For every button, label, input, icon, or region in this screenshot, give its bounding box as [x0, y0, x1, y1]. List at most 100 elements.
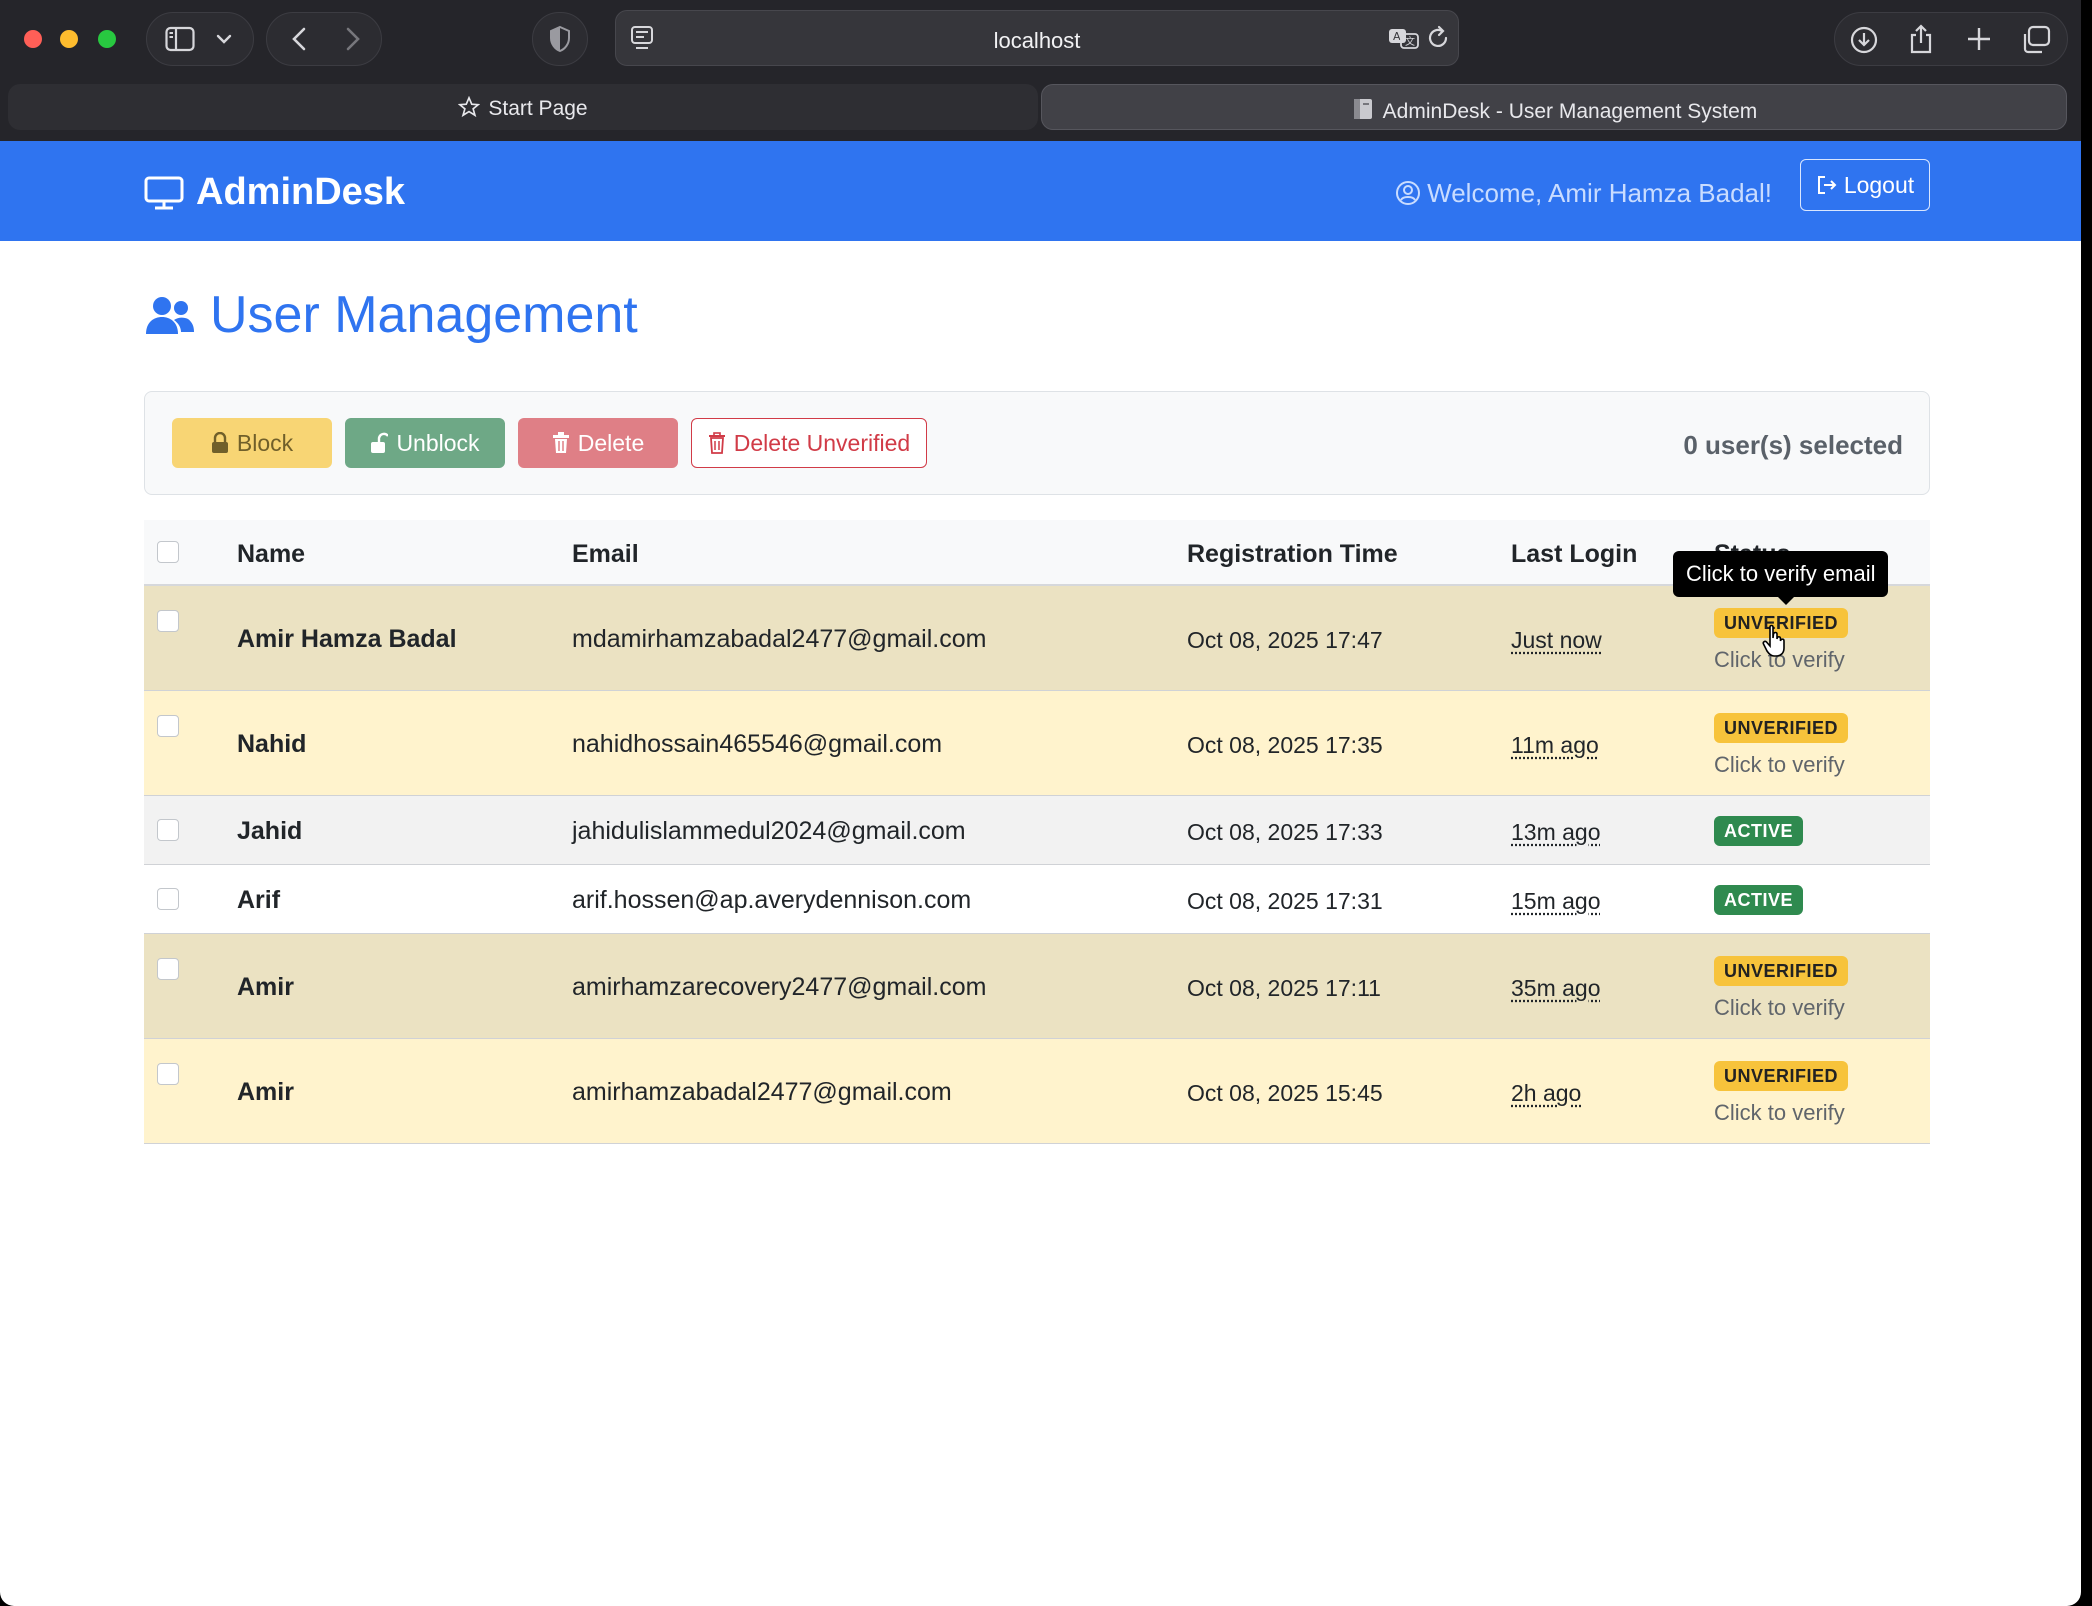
shield-icon	[548, 25, 572, 53]
user-name: Amir	[237, 973, 294, 1001]
book-icon	[1351, 97, 1375, 127]
translate-icon[interactable]: A文	[1388, 27, 1420, 49]
block-button[interactable]: Block	[172, 418, 332, 468]
tab-start-page[interactable]: Start Page	[8, 84, 1038, 130]
tooltip-arrow	[1778, 597, 1794, 605]
last-login: 15m ago	[1511, 888, 1601, 914]
delete-button[interactable]: Delete	[518, 418, 678, 468]
browser-window: localhost A文 Start Page AdminDesk - User…	[0, 0, 2081, 1606]
window-edge	[2081, 0, 2092, 1606]
downloads-icon[interactable]	[1849, 25, 1879, 55]
table-row[interactable]: Jahid jahidulislammedul2024@gmail.com Oc…	[144, 796, 1930, 865]
selected-count: 0 user(s) selected	[1683, 430, 1903, 460]
brand[interactable]: AdminDesk	[144, 171, 405, 214]
user-email: jahidulislammedul2024@gmail.com	[572, 817, 966, 845]
column-header-name[interactable]: Name	[237, 540, 305, 569]
welcome-text: Welcome, Amir Hamza Badal!	[1427, 178, 1772, 208]
tab-overview-icon[interactable]	[2021, 25, 2051, 55]
registration-time: Oct 08, 2025 17:11	[1187, 975, 1381, 1001]
minimize-window-button[interactable]	[60, 30, 78, 48]
last-login: 11m ago	[1511, 732, 1599, 758]
logout-icon	[1817, 176, 1837, 194]
address-bar[interactable]: localhost A文	[615, 10, 1459, 66]
reload-icon[interactable]	[1426, 25, 1450, 51]
user-email: amirhamzarecovery2477@gmail.com	[572, 973, 987, 1001]
app-navbar: AdminDesk Welcome, Amir Hamza Badal! Log…	[0, 141, 2081, 241]
status-badge[interactable]: UNVERIFIED	[1714, 1061, 1849, 1091]
close-window-button[interactable]	[24, 30, 42, 48]
row-checkbox[interactable]	[157, 819, 179, 841]
user-name: Amir	[237, 1078, 294, 1106]
delete-unverified-button[interactable]: Delete Unverified	[691, 418, 927, 468]
trash-icon	[552, 432, 569, 453]
user-circle-icon	[1396, 181, 1421, 205]
registration-time: Oct 08, 2025 17:47	[1187, 627, 1383, 653]
browser-toolbar: localhost A文	[0, 0, 2081, 79]
status-badge[interactable]: UNVERIFIED	[1714, 956, 1849, 986]
select-all-checkbox[interactable]	[157, 541, 179, 563]
history-nav-group	[266, 12, 382, 66]
logout-button[interactable]: Logout	[1800, 159, 1930, 211]
registration-time: Oct 08, 2025 15:45	[1187, 1080, 1383, 1106]
delete-unverified-label: Delete Unverified	[733, 429, 911, 456]
verify-hint: Click to verify	[1714, 1100, 1845, 1125]
user-email: mdamirhamzabadal2477@gmail.com	[572, 625, 987, 653]
user-name: Nahid	[237, 730, 307, 758]
column-header-email[interactable]: Email	[572, 540, 639, 569]
user-name: Arif	[237, 886, 281, 914]
address-text: localhost	[993, 28, 1081, 53]
delete-label: Delete	[577, 429, 645, 456]
sidebar-toggle-button[interactable]	[146, 12, 254, 66]
row-checkbox[interactable]	[157, 888, 179, 910]
column-header-registration-time[interactable]: Registration Time	[1187, 540, 1398, 569]
row-checkbox[interactable]	[157, 1063, 179, 1085]
tab-label: AdminDesk - User Management System	[1382, 100, 1758, 123]
new-tab-icon[interactable]	[1965, 25, 1993, 53]
star-icon	[458, 95, 481, 124]
row-checkbox[interactable]	[157, 958, 179, 980]
users-icon	[146, 297, 194, 334]
trash-outline-icon	[708, 432, 725, 454]
unblock-label: Unblock	[396, 429, 480, 456]
row-checkbox[interactable]	[157, 610, 179, 632]
share-icon[interactable]	[1907, 23, 1935, 55]
user-name: Amir Hamza Badal	[237, 625, 457, 653]
last-login: Just now	[1511, 627, 1602, 653]
status-badge: ACTIVE	[1714, 885, 1804, 915]
verify-hint: Click to verify	[1714, 752, 1845, 777]
table-row[interactable]: Amir amirhamzarecovery2477@gmail.com Oct…	[144, 934, 1930, 1039]
page-title: User Management	[144, 285, 638, 345]
page-title-text: User Management	[210, 286, 638, 344]
users-table: Name Email Registration Time Last Login …	[144, 520, 1930, 1144]
table-row[interactable]: Amir Hamza Badal mdamirhamzabadal2477@gm…	[144, 586, 1930, 691]
table-row[interactable]: Nahid nahidhossain465546@gmail.com Oct 0…	[144, 691, 1930, 796]
row-checkbox[interactable]	[157, 715, 179, 737]
privacy-shield-button[interactable]	[532, 12, 588, 66]
forward-button[interactable]	[341, 26, 363, 52]
zoom-window-button[interactable]	[98, 30, 116, 48]
verify-email-tooltip: Click to verify email	[1673, 551, 1889, 597]
lock-icon	[211, 432, 228, 453]
tab-label: Start Page	[488, 97, 588, 120]
logout-label: Logout	[1843, 171, 1915, 198]
last-login: 13m ago	[1511, 819, 1601, 845]
tab-admindesk[interactable]: AdminDesk - User Management System	[1041, 84, 2067, 130]
column-header-last-login[interactable]: Last Login	[1511, 540, 1637, 569]
back-button[interactable]	[289, 26, 311, 52]
table-header: Name Email Registration Time Last Login …	[144, 520, 1930, 586]
registration-time: Oct 08, 2025 17:35	[1187, 732, 1383, 758]
pointer-cursor-icon	[1762, 624, 1788, 663]
bulk-action-bar: Block Unblock Delete Delete Unverified 0…	[144, 391, 1930, 495]
user-email: amirhamzabadal2477@gmail.com	[572, 1078, 952, 1106]
svg-text:文: 文	[1405, 35, 1415, 48]
brand-name: AdminDesk	[196, 171, 406, 213]
status-badge[interactable]: UNVERIFIED	[1714, 713, 1849, 743]
svg-text:A: A	[1393, 30, 1401, 43]
unblock-button[interactable]: Unblock	[345, 418, 505, 468]
registration-time: Oct 08, 2025 17:31	[1187, 888, 1383, 914]
user-email: nahidhossain465546@gmail.com	[572, 730, 943, 758]
table-row[interactable]: Arif arif.hossen@ap.averydennison.com Oc…	[144, 865, 1930, 934]
toolbar-actions-group	[1834, 12, 2068, 66]
sidebar-icon	[165, 26, 195, 52]
table-row[interactable]: Amir amirhamzabadal2477@gmail.com Oct 08…	[144, 1039, 1930, 1144]
